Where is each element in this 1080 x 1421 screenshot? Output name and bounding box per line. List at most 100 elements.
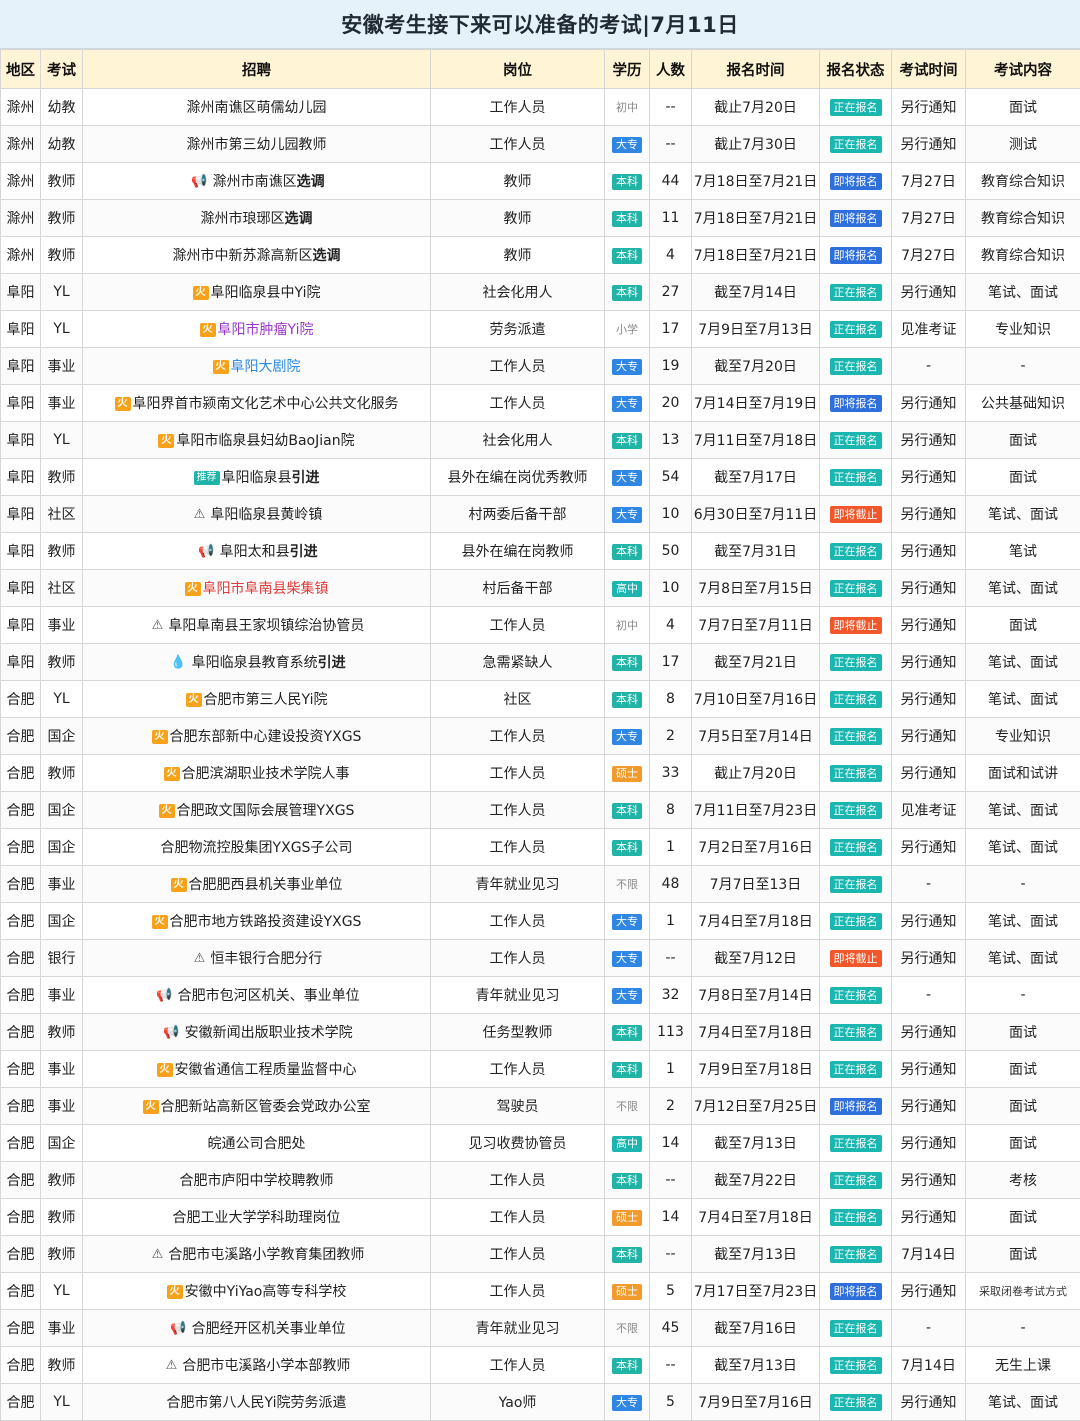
table-row[interactable]: 阜阳 YL 火阜阳临泉县中Yi院 社会化用人 本科 27 截至7月14日 正在报名 另行通知 笔试… xyxy=(0,273,1080,311)
status-badge: 正在报名 xyxy=(829,357,882,375)
table-row[interactable]: 合肥 教师火合肥滨湖职业技术学院人事 工作人员 硕士 33 截止7月20日 正在报名 另行通知… xyxy=(0,754,1080,792)
position-cell: 村后备干部 xyxy=(430,569,605,607)
recruit-cell[interactable]: 📢 阜阳太和县引进 xyxy=(82,532,431,570)
table-row[interactable]: 阜阳 事业火阜阳大剧院 工作人员 大专 19 截至7月20日 正在报名 - - xyxy=(0,347,1080,385)
table-row[interactable]: 合肥 国企 合肥物流控股集团YXGS子公司 工作人员 本科 1 7月2日至7月16日 正在报名… xyxy=(0,828,1080,866)
recruit-name: 合肥工业大学学科助理岗位 xyxy=(172,1210,341,1226)
table-row[interactable]: 滁州 教师 📢 滁州市南谯区选调 教师 本科 44 7月18日至7月21日 即将报名 7月27日教… xyxy=(0,162,1080,200)
table-row[interactable]: 滁州 幼教 滁州南谯区萌儒幼儿园 工作人员 初中 -- 截止7月20日 正在报名 另行通知 面试 xyxy=(0,88,1080,126)
table-row[interactable]: 合肥 YL 火合肥市第三人民Yi院 社区 本科 8 7月10日至7月16日 正在报名 另行通知笔… xyxy=(0,680,1080,718)
recruit-cell[interactable]: ⚠ 阜阳阜南县王家坝镇综治协管员 xyxy=(82,606,431,644)
education-badge: 大专 xyxy=(612,913,642,930)
table-row[interactable]: 阜阳 教师 推荐 阜阳临泉县引进 县外在编在岗优秀教师 大专 54 截至7月17日 正在报名 另行… xyxy=(0,458,1080,496)
recruit-cell[interactable]: 火合肥东部新中心建设投资YXGS xyxy=(82,717,431,755)
recruit-cell[interactable]: 📢 合肥经开区机关事业单位 xyxy=(82,1309,431,1347)
hot-badge: 火 xyxy=(212,360,229,374)
recruit-cell[interactable]: 火阜阳临泉县中Yi院 xyxy=(82,273,431,311)
status-badge: 正在报名 xyxy=(829,431,882,449)
recruit-cell[interactable]: 皖通公司合肥处 xyxy=(82,1124,431,1162)
table-row[interactable]: 阜阳 事业火阜阳界首市颍南文化艺术中心公共文化服务 工作人员 大专 20 7月14日至7月… xyxy=(0,384,1080,422)
table-row[interactable]: 合肥 国企火合肥东部新中心建设投资YXGS 工作人员 大专 2 7月5日至7月14日 正在报… xyxy=(0,717,1080,755)
table-row[interactable]: 合肥 教师 📢 安徽新闻出版职业技术学院 任务型教师 本科 113 7月4日至7月18日 正在报… xyxy=(0,1013,1080,1051)
recruit-cell[interactable]: 火合肥肥西县机关事业单位 xyxy=(82,865,431,903)
reg-time-cell: 7月18日至7月21日 xyxy=(691,236,820,274)
table-row[interactable]: 滁州 教师 滁州市中新苏滁高新区选调 教师 本科 4 7月18日至7月21日 即将报名 7月27… xyxy=(0,236,1080,274)
recruit-cell[interactable]: 火安徽省通信工程质量监督中心 xyxy=(82,1050,431,1088)
region-cell: 合肥 xyxy=(0,1124,41,1162)
recruit-cell[interactable]: 火合肥市地方铁路投资建设YXGS xyxy=(82,902,431,940)
recruit-cell[interactable]: 合肥物流控股集团YXGS子公司 xyxy=(82,828,431,866)
header-exam: 考试 xyxy=(40,49,83,89)
recruit-cell[interactable]: 火安徽中YiYao高等专科学校 xyxy=(82,1272,431,1310)
exam-type-cell: 教师 xyxy=(40,1346,83,1384)
table-row[interactable]: 合肥 事业火合肥肥西县机关事业单位 青年就业见习 不限 48 7月7日至13日 正在报名 - - xyxy=(0,865,1080,903)
table-row[interactable]: 合肥 国企火合肥政文国际会展管理YXGS 工作人员 本科 8 7月11日至7月23日 正在报… xyxy=(0,791,1080,829)
table-row[interactable]: 滁州 幼教 滁州市第三幼儿园教师 工作人员 大专 -- 截止7月30日 正在报名 另行通知 测试 xyxy=(0,125,1080,163)
recruit-cell[interactable]: 火阜阳大剧院 xyxy=(82,347,431,385)
table-row[interactable]: 合肥 教师 ⚠ 合肥市屯溪路小学教育集团教师 工作人员 本科 -- 截至7月13日 正在报名 7月… xyxy=(0,1235,1080,1273)
table-row[interactable]: 合肥 银行 ⚠ 恒丰银行合肥分行 工作人员 大专 -- 截至7月12日 即将截止 另行通知 笔试、面… xyxy=(0,939,1080,977)
recruit-cell[interactable]: 滁州市中新苏滁高新区选调 xyxy=(82,236,431,274)
recruit-cell[interactable]: 合肥工业大学学科助理岗位 xyxy=(82,1198,431,1236)
position-cell: 教师 xyxy=(430,162,605,200)
recruit-cell[interactable]: 火合肥市第三人民Yi院 xyxy=(82,680,431,718)
table-row[interactable]: 阜阳 事业 ⚠ 阜阳阜南县王家坝镇综治协管员 工作人员 初中 4 7月7日至7月11日 即将截止… xyxy=(0,606,1080,644)
recruit-cell[interactable]: ⚠ 恒丰银行合肥分行 xyxy=(82,939,431,977)
education-badge: 本科 xyxy=(612,173,642,190)
table-row[interactable]: 阜阳 教师 💧 阜阳临泉县教育系统引进 急需紧缺人 本科 17 截至7月21日 正在报名 另行通知… xyxy=(0,643,1080,681)
recruit-cell[interactable]: 滁州市琅琊区选调 xyxy=(82,199,431,237)
recruit-cell[interactable]: 滁州南谯区萌儒幼儿园 xyxy=(82,88,431,126)
education-cell: 本科 xyxy=(604,791,650,829)
table-row[interactable]: 阜阳 社区火阜阳市阜南县柴集镇 村后备干部 高中 10 7月8日至7月15日 正在报名 另行通… xyxy=(0,569,1080,607)
table-row[interactable]: 阜阳 教师 📢 阜阳太和县引进 县外在编在岗教师 本科 50 截至7月31日 正在报名 另行通知笔… xyxy=(0,532,1080,570)
recruit-cell[interactable]: 📢 合肥市包河区机关、事业单位 xyxy=(82,976,431,1014)
recruit-cell[interactable]: 火阜阳市阜南县柴集镇 xyxy=(82,569,431,607)
reg-time-cell: 7月11日至7月18日 xyxy=(691,421,820,459)
table-row[interactable]: 合肥 国企 皖通公司合肥处 见习收费协管员 高中 14 截至7月13日 正在报名 另行通知 面试 xyxy=(0,1124,1080,1162)
recruit-cell[interactable]: 火合肥滨湖职业技术学院人事 xyxy=(82,754,431,792)
recruit-cell[interactable]: 推荐 阜阳临泉县引进 xyxy=(82,458,431,496)
table-row[interactable]: 合肥 事业火合肥新站高新区管委会党政办公室 驾驶员 不限 2 7月12日至7月25日 即将报… xyxy=(0,1087,1080,1125)
recruit-cell[interactable]: 火合肥政文国际会展管理YXGS xyxy=(82,791,431,829)
table-row[interactable]: 合肥 教师 合肥工业大学学科助理岗位 工作人员 硕士 14 7月4日至7月18日 正在报名 另行… xyxy=(0,1198,1080,1236)
recruit-cell[interactable]: ⚠ 阜阳临泉县黄岭镇 xyxy=(82,495,431,533)
recruit-cell[interactable]: 合肥市第八人民Yi院劳务派遣 xyxy=(82,1383,431,1421)
table-row[interactable]: 合肥 教师 ⚠ 合肥市屯溪路小学本部教师 工作人员 本科 -- 截至7月13日 正在报名 7月14… xyxy=(0,1346,1080,1384)
status-badge: 正在报名 xyxy=(829,1245,882,1263)
recruit-name: 滁州南谯区萌儒幼儿园 xyxy=(186,100,327,116)
recruit-cell[interactable]: 火阜阳市临泉县妇幼BaoJian院 xyxy=(82,421,431,459)
table-row[interactable]: 合肥 YL 合肥市第八人民Yi院劳务派遣 Yao师 大专 5 7月9日至7月16日 正在报名另… xyxy=(0,1383,1080,1421)
recruit-cell[interactable]: ⚠ 合肥市屯溪路小学教育集团教师 xyxy=(82,1235,431,1273)
table-row[interactable]: 阜阳 社区 ⚠ 阜阳临泉县黄岭镇 村两委后备干部 大专 10 6月30日至7月11日 即将截止另… xyxy=(0,495,1080,533)
table-row[interactable]: 合肥 事业 📢 合肥经开区机关事业单位 青年就业见习 不限 45 截至7月16日 正在报名 - - xyxy=(0,1309,1080,1347)
table-row[interactable]: 合肥 YL 火安徽中YiYao高等专科学校 工作人员 硕士 5 7月17日至7月23日 即将报… xyxy=(0,1272,1080,1310)
status-cell: 即将截止 xyxy=(819,939,892,977)
recruit-cell[interactable]: 火合肥新站高新区管委会党政办公室 xyxy=(82,1087,431,1125)
table-row[interactable]: 滁州 教师 滁州市琅琊区选调 教师 本科 11 7月18日至7月21日 即将报名 7月27日 教育… xyxy=(0,199,1080,237)
recruit-cell[interactable]: 火阜阳界首市颍南文化艺术中心公共文化服务 xyxy=(82,384,431,422)
table-row[interactable]: 合肥 教师 合肥市庐阳中学校聘教师 工作人员 本科 -- 截至7月22日 正在报名 另行通知 考核 xyxy=(0,1161,1080,1199)
status-cell: 正在报名 xyxy=(819,791,892,829)
table-row[interactable]: 合肥 事业 📢 合肥市包河区机关、事业单位 青年就业见习 大专 32 7月8日至7月14日 正在… xyxy=(0,976,1080,1014)
status-badge: 正在报名 xyxy=(829,1171,882,1189)
recruit-cell[interactable]: 火阜阳市肿瘤Yi院 xyxy=(82,310,431,348)
table-row[interactable]: 阜阳 YL 火阜阳市肿瘤Yi院 劳务派遣 小学 17 7月9日至7月13日 正在报名 见准考证专… xyxy=(0,310,1080,348)
table-row[interactable]: 合肥 国企火合肥市地方铁路投资建设YXGS 工作人员 大专 1 7月4日至7月18日 正在报… xyxy=(0,902,1080,940)
recruit-cell[interactable]: ⚠ 合肥市屯溪路小学本部教师 xyxy=(82,1346,431,1384)
recruit-cell[interactable]: 📢 滁州市南谯区选调 xyxy=(82,162,431,200)
recruit-name: 阜阳市阜南县柴集镇 xyxy=(202,581,329,597)
table-row[interactable]: 合肥 事业火安徽省通信工程质量监督中心 工作人员 本科 1 7月9日至7月18日 正在报名另… xyxy=(0,1050,1080,1088)
exam-content-cell: 面试 xyxy=(965,458,1080,496)
recruit-cell[interactable]: 📢 安徽新闻出版职业技术学院 xyxy=(82,1013,431,1051)
table-row[interactable]: 阜阳 YL 火阜阳市临泉县妇幼BaoJian院 社会化用人 本科 13 7月11日至7月18… xyxy=(0,421,1080,459)
recruit-cell[interactable]: 滁州市第三幼儿园教师 xyxy=(82,125,431,163)
exam-content-cell: 面试和试讲 xyxy=(965,754,1080,792)
exam-type-cell: 事业 xyxy=(40,865,83,903)
recruit-cell[interactable]: 合肥市庐阳中学校聘教师 xyxy=(82,1161,431,1199)
recruit-name: 合肥市第八人民Yi院劳务派遣 xyxy=(166,1395,347,1411)
exam-time-cell: 另行通知 xyxy=(891,421,966,459)
education-badge: 大专 xyxy=(612,728,642,745)
count-cell: 13 xyxy=(649,421,692,459)
recruit-cell[interactable]: 💧 阜阳临泉县教育系统引进 xyxy=(82,643,431,681)
education-cell: 大专 xyxy=(604,1383,650,1421)
